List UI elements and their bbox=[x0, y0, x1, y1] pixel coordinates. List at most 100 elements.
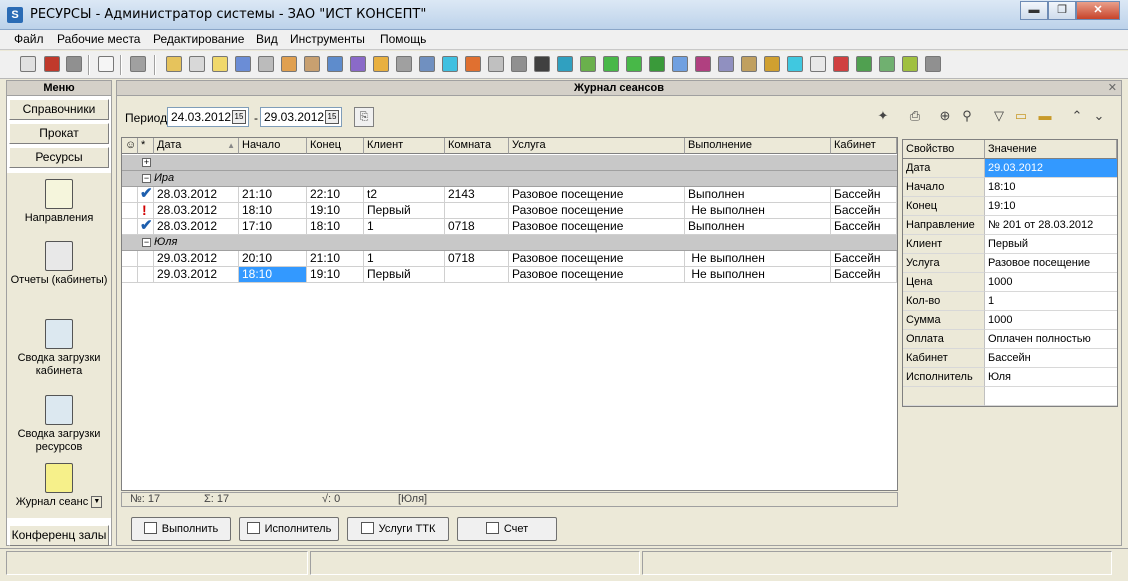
prop-value[interactable]: Оплачен полностью bbox=[985, 330, 1117, 349]
menu-file[interactable]: Файл bbox=[14, 32, 44, 46]
folder-open-icon[interactable]: ▭ bbox=[1011, 107, 1031, 127]
scroll-down-icon[interactable]: ▼ bbox=[91, 496, 103, 509]
prop-value[interactable]: Разовое посещение bbox=[985, 254, 1117, 273]
tool-icon-30[interactable] bbox=[718, 56, 734, 72]
tool-icon-26[interactable] bbox=[626, 56, 642, 72]
expand-icon[interactable]: + bbox=[142, 158, 151, 167]
sidebar-button-rental[interactable]: Прокат bbox=[9, 123, 109, 144]
tool-icon-18[interactable] bbox=[442, 56, 458, 72]
tool-icon-33[interactable] bbox=[787, 56, 803, 72]
col-room[interactable]: Комната bbox=[445, 138, 509, 154]
print-icon[interactable]: ⎙ bbox=[905, 107, 925, 127]
maximize-button[interactable]: ❐ bbox=[1048, 1, 1076, 20]
col-service[interactable]: Услуга bbox=[509, 138, 685, 154]
col-end[interactable]: Конец bbox=[307, 138, 364, 154]
col-execution[interactable]: Выполнение bbox=[685, 138, 831, 154]
refresh-period-icon[interactable]: ⎘ bbox=[354, 107, 374, 127]
tool-icon-20[interactable] bbox=[488, 56, 504, 72]
prop-value[interactable]: Первый bbox=[985, 235, 1117, 254]
sidebar-button-conference[interactable]: Конференц залы bbox=[9, 525, 109, 546]
tool-icon-16[interactable] bbox=[396, 56, 412, 72]
group-row-empty[interactable]: + bbox=[122, 155, 897, 171]
tool-icon-29[interactable] bbox=[695, 56, 711, 72]
minimize-button[interactable]: ▬ bbox=[1020, 1, 1048, 20]
tool-icon-24[interactable] bbox=[580, 56, 596, 72]
tool-icon-1[interactable] bbox=[20, 56, 36, 72]
tool-icon-15[interactable] bbox=[373, 56, 389, 72]
prop-value[interactable]: 1 bbox=[985, 292, 1117, 311]
collapse-icon[interactable]: − bbox=[142, 174, 151, 183]
tool-icon-12[interactable] bbox=[304, 56, 320, 72]
menu-help[interactable]: Помощь bbox=[380, 32, 426, 46]
executor-button[interactable]: Исполнитель bbox=[239, 517, 339, 541]
menu-tools[interactable]: Инструменты bbox=[290, 32, 365, 46]
tool-icon-38[interactable] bbox=[902, 56, 918, 72]
expand-all-icon[interactable]: ⌃ bbox=[1067, 107, 1087, 127]
sidebar-item-resource-load[interactable]: Сводка загрузки ресурсов bbox=[7, 395, 111, 454]
session-print-icon[interactable]: ✦ bbox=[873, 107, 893, 127]
sidebar-button-resources[interactable]: Ресурсы bbox=[9, 147, 109, 168]
tool-icon-23[interactable] bbox=[557, 56, 573, 72]
menu-edit[interactable]: Редактирование bbox=[153, 32, 244, 46]
tool-icon-11[interactable] bbox=[281, 56, 297, 72]
tool-icon-31[interactable] bbox=[741, 56, 757, 72]
panel-close-icon[interactable]: ✕ bbox=[1108, 81, 1117, 96]
col-cabinet[interactable]: Кабинет bbox=[831, 138, 897, 154]
tool-icon-21[interactable] bbox=[511, 56, 527, 72]
prop-value[interactable]: 1000 bbox=[985, 311, 1117, 330]
menu-workplaces[interactable]: Рабочие места bbox=[57, 32, 140, 46]
tool-icon-36[interactable] bbox=[856, 56, 872, 72]
close-button[interactable]: ✕ bbox=[1076, 1, 1120, 20]
prop-value-selected[interactable]: 29.03.2012 bbox=[985, 159, 1117, 178]
cell-start-selected[interactable]: 18:10 bbox=[239, 267, 307, 283]
calendar-icon[interactable]: 15 bbox=[325, 110, 339, 124]
date-from-field[interactable]: 24.03.2012 15 bbox=[167, 107, 249, 127]
sidebar-item-room-load[interactable]: Сводка загрузки кабинета bbox=[7, 319, 111, 378]
tool-icon-4[interactable] bbox=[98, 56, 114, 72]
prop-value[interactable]: Бассейн bbox=[985, 349, 1117, 368]
tool-icon-37[interactable] bbox=[879, 56, 895, 72]
prop-value[interactable]: 19:10 bbox=[985, 197, 1117, 216]
sidebar-item-reports[interactable]: Отчеты (кабинеты) bbox=[7, 241, 111, 287]
tool-icon-22[interactable] bbox=[534, 56, 550, 72]
filter-icon[interactable]: ▽ bbox=[989, 107, 1009, 127]
services-ttk-button[interactable]: Услуги ТТК bbox=[347, 517, 449, 541]
menu-view[interactable]: Вид bbox=[256, 32, 278, 46]
tool-icon-19[interactable] bbox=[465, 56, 481, 72]
tool-icon-14[interactable] bbox=[350, 56, 366, 72]
tool-icon-35[interactable] bbox=[833, 56, 849, 72]
tool-icon-17[interactable] bbox=[419, 56, 435, 72]
collapse-all-icon[interactable]: ⌄ bbox=[1089, 107, 1109, 127]
tool-icon-6[interactable] bbox=[166, 56, 182, 72]
collapse-icon[interactable]: − bbox=[142, 238, 151, 247]
calendar-icon[interactable]: 15 bbox=[232, 110, 246, 124]
tool-icon-32[interactable] bbox=[764, 56, 780, 72]
sidebar-item-session-journal[interactable]: Журнал сеанс ▼ bbox=[7, 463, 111, 509]
group-row-yulia[interactable]: − Юля bbox=[122, 235, 897, 251]
tool-icon-2[interactable] bbox=[44, 56, 60, 72]
execute-button[interactable]: Выполнить bbox=[131, 517, 231, 541]
tool-icon-25[interactable] bbox=[603, 56, 619, 72]
date-to-field[interactable]: 29.03.2012 15 bbox=[260, 107, 342, 127]
tool-icon-27[interactable] bbox=[649, 56, 665, 72]
prop-value[interactable]: Юля bbox=[985, 368, 1117, 387]
invoice-button[interactable]: Счет bbox=[457, 517, 557, 541]
zoom-in-icon[interactable]: ⊕ bbox=[935, 107, 955, 127]
tool-icon-8[interactable] bbox=[212, 56, 228, 72]
tool-icon-10[interactable] bbox=[258, 56, 274, 72]
folder-icon[interactable]: ▬ bbox=[1035, 107, 1055, 127]
group-row-ira[interactable]: − Ира bbox=[122, 171, 897, 187]
tool-icon-5[interactable] bbox=[130, 56, 146, 72]
sidebar-button-directories[interactable]: Справочники bbox=[9, 99, 109, 120]
tool-icon-7[interactable] bbox=[189, 56, 205, 72]
col-flag[interactable]: * bbox=[138, 138, 154, 154]
col-status[interactable]: ☺ bbox=[122, 138, 138, 154]
tool-icon-39[interactable] bbox=[925, 56, 941, 72]
col-client[interactable]: Клиент bbox=[364, 138, 445, 154]
tool-icon-13[interactable] bbox=[327, 56, 343, 72]
prop-value[interactable]: № 201 от 28.03.2012 bbox=[985, 216, 1117, 235]
prop-value[interactable]: 1000 bbox=[985, 273, 1117, 292]
sidebar-item-directions[interactable]: Направления bbox=[7, 179, 111, 225]
tool-icon-3[interactable] bbox=[66, 56, 82, 72]
col-date[interactable]: Дата ▲ bbox=[154, 138, 239, 154]
